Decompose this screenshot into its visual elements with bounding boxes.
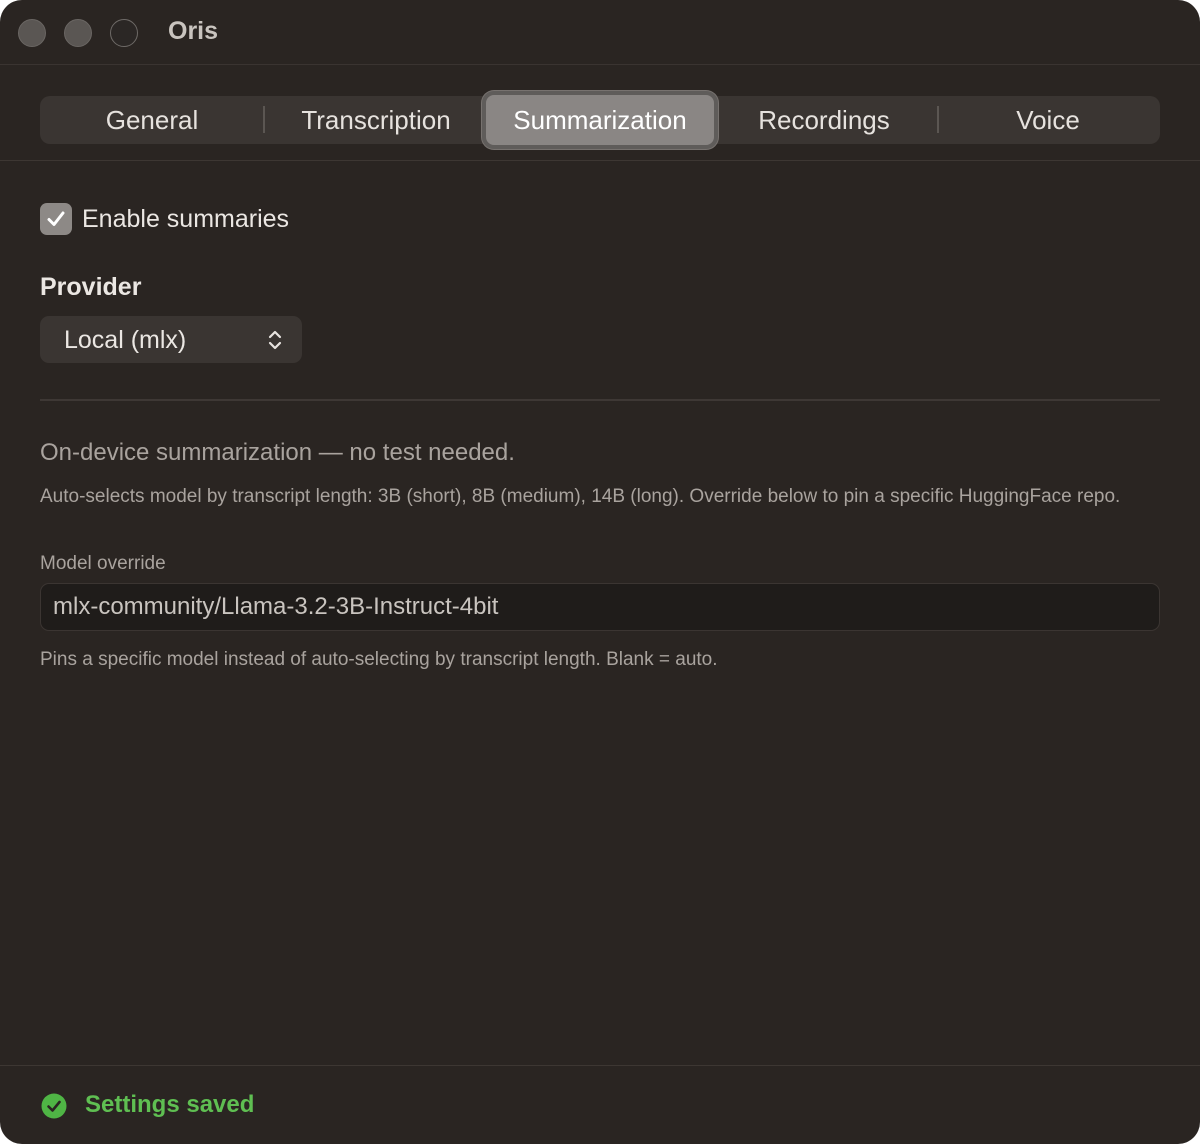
- checkmark-icon: [47, 211, 65, 226]
- tab-voice[interactable]: Voice: [936, 96, 1160, 144]
- tab-bar-divider: [0, 160, 1200, 161]
- model-override-hint: Pins a specific model instead of auto-se…: [40, 649, 718, 670]
- provider-status-text: On-device summarization — no test needed…: [40, 439, 515, 466]
- provider-select[interactable]: Local (mlx): [40, 316, 302, 363]
- model-selection-description: Auto-selects model by transcript length:…: [40, 486, 1121, 507]
- settings-tab-bar: General Transcription Recordings Voice S…: [40, 91, 1160, 149]
- settings-saved-status: Settings saved: [85, 1091, 255, 1118]
- check-circle-icon: [41, 1093, 67, 1119]
- title-bar: Oris: [0, 0, 1200, 65]
- minimize-window-button[interactable]: [64, 19, 92, 47]
- section-divider: [40, 399, 1160, 401]
- enable-summaries-label[interactable]: Enable summaries: [82, 205, 289, 234]
- tab-recordings[interactable]: Recordings: [712, 96, 936, 144]
- settings-window: Oris General Transcription Recordings Vo…: [0, 0, 1200, 1144]
- provider-select-value: Local (mlx): [64, 326, 187, 354]
- close-window-button[interactable]: [18, 19, 46, 47]
- provider-heading: Provider: [40, 273, 142, 301]
- chevron-up-down-icon: [268, 330, 282, 350]
- tab-transcription[interactable]: Transcription: [264, 96, 488, 144]
- tab-general[interactable]: General: [40, 96, 264, 144]
- tab-summarization[interactable]: Summarization: [482, 91, 718, 149]
- zoom-window-button[interactable]: [110, 19, 138, 47]
- window-title: Oris: [168, 17, 219, 45]
- footer-divider: [0, 1065, 1200, 1066]
- model-override-label: Model override: [40, 553, 166, 574]
- enable-summaries-checkbox[interactable]: [40, 203, 72, 235]
- model-override-input[interactable]: [40, 583, 1160, 631]
